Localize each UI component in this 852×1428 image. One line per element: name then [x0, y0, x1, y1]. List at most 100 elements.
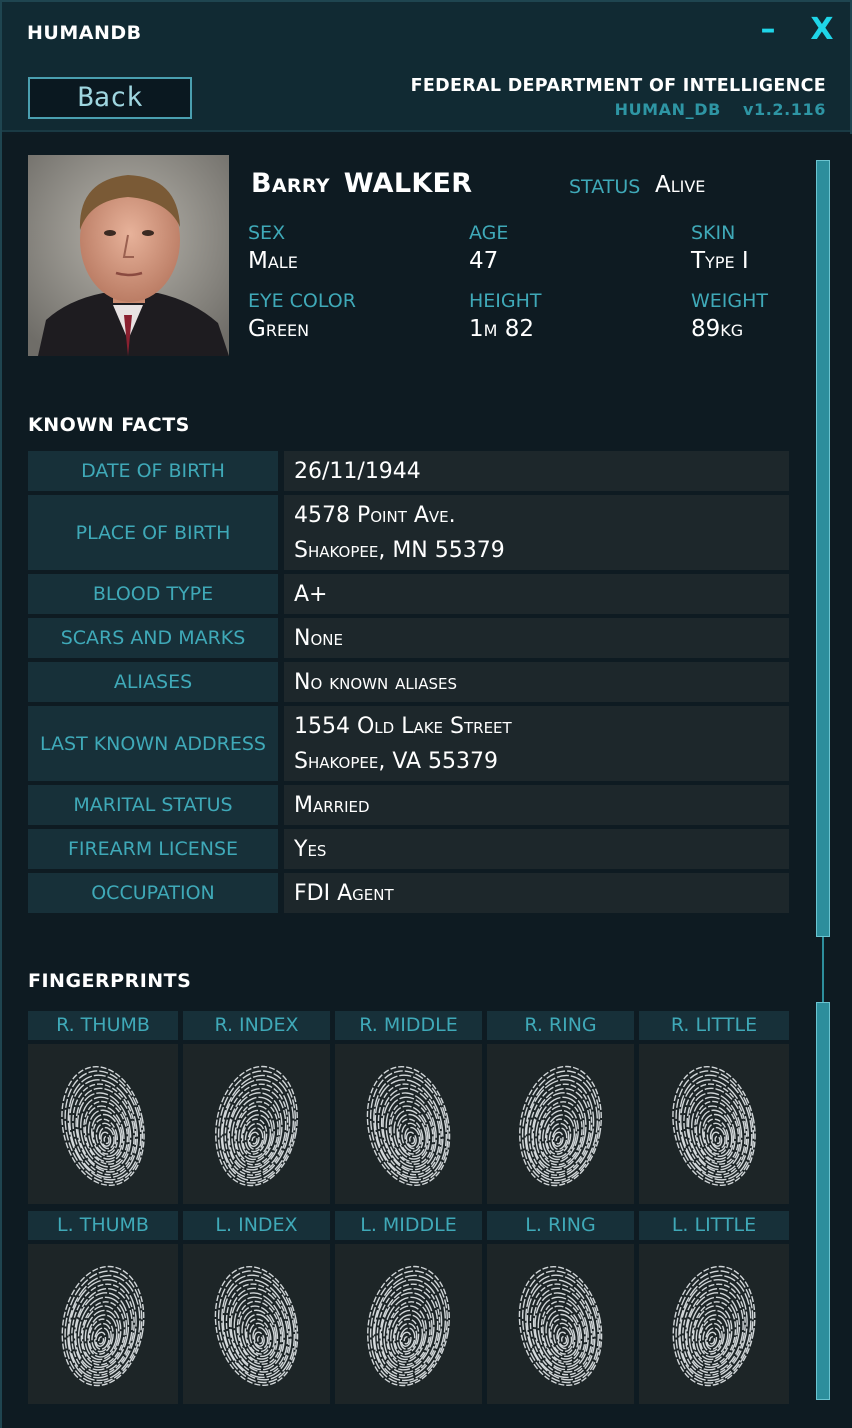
- scrollbar-lower-segment[interactable]: [816, 1002, 830, 1400]
- db-name: HUMAN_DB: [614, 100, 721, 119]
- fingerprint-icon: [61, 1265, 145, 1387]
- fp-label-l-thumb: L. THUMB: [28, 1211, 178, 1240]
- subject-photo: [28, 155, 229, 356]
- fp-label-r-little: R. LITTLE: [639, 1011, 789, 1040]
- header-bar: Back FEDERAL DEPARTMENT OF INTELLIGENCE …: [2, 62, 850, 132]
- fact-line: Shakopee, MN 55379: [294, 537, 505, 563]
- fact-label: DATE OF BIRTH: [28, 451, 278, 491]
- fact-line: 4578 Point Ave.: [294, 502, 456, 528]
- minimize-button[interactable]: –: [751, 12, 785, 48]
- fact-line: None: [294, 625, 343, 651]
- fact-row-aliases: ALIASES No known aliases: [28, 662, 789, 702]
- fact-value: No known aliases: [284, 662, 789, 702]
- fp-label-r-thumb: R. THUMB: [28, 1011, 178, 1040]
- fingerprint-icon: [518, 1266, 603, 1386]
- fp-label-l-little: L. LITTLE: [639, 1211, 789, 1240]
- fact-line: 26/11/1944: [294, 458, 421, 484]
- fact-value: 26/11/1944: [284, 451, 789, 491]
- fact-label: BLOOD TYPE: [28, 574, 278, 614]
- version-label: v1.2.116: [742, 100, 826, 119]
- fingerprint-r-index: [183, 1044, 330, 1204]
- fingerprints-title: FINGERPRINTS: [28, 970, 192, 992]
- fingerprint-r-middle: [335, 1044, 482, 1204]
- fact-label: ALIASES: [28, 662, 278, 702]
- scrollbar-thumb[interactable]: [816, 160, 830, 937]
- fingerprint-icon: [672, 1066, 756, 1186]
- attr-value-weight: 89kg: [691, 316, 744, 342]
- fact-row-scars-and-marks: SCARS AND MARKS None: [28, 618, 789, 658]
- fact-value: 4578 Point Ave. Shakopee, MN 55379: [284, 495, 789, 570]
- fingerprint-icon: [519, 1065, 602, 1187]
- fact-label: FIREARM LICENSE: [28, 829, 278, 869]
- attr-label-sex: SEX: [248, 222, 286, 244]
- fact-line: No known aliases: [294, 669, 457, 695]
- agency-name: FEDERAL DEPARTMENT OF INTELLIGENCE: [410, 76, 826, 96]
- fact-value: A+: [284, 574, 789, 614]
- back-button[interactable]: Back: [28, 77, 192, 119]
- fact-row-blood-type: BLOOD TYPE A+: [28, 574, 789, 614]
- fingerprint-l-thumb: [28, 1244, 178, 1404]
- fact-value: None: [284, 618, 789, 658]
- fact-row-last-known-address: LAST KNOWN ADDRESS 1554 Old Lake Street S…: [28, 706, 789, 781]
- fp-label-r-middle: R. MIDDLE: [335, 1011, 482, 1040]
- title-bar: HUMANDB – X: [2, 2, 850, 62]
- fp-label-r-index: R. INDEX: [183, 1011, 330, 1040]
- attr-value-height: 1m 82: [469, 316, 535, 342]
- fact-row-place-of-birth: PLACE OF BIRTH 4578 Point Ave. Shakopee, …: [28, 495, 789, 570]
- fact-value: Married: [284, 785, 789, 825]
- fact-label: MARITAL STATUS: [28, 785, 278, 825]
- fp-label-l-middle: L. MIDDLE: [335, 1211, 482, 1240]
- attr-value-sex: Male: [248, 248, 298, 274]
- fact-row-occupation: OCCUPATION FDI Agent: [28, 873, 789, 913]
- attr-label-skin: SKIN: [691, 222, 736, 244]
- attr-value-skin: Type I: [691, 248, 749, 274]
- fp-label-r-ring: R. RING: [487, 1011, 634, 1040]
- fp-label-l-index: L. INDEX: [183, 1211, 330, 1240]
- fingerprint-icon: [672, 1265, 756, 1387]
- fact-line: FDI Agent: [294, 880, 394, 906]
- fact-line: Married: [294, 792, 370, 818]
- fact-row-date-of-birth: DATE OF BIRTH 26/11/1944: [28, 451, 789, 491]
- attr-label-weight: WEIGHT: [691, 290, 769, 312]
- first-name: Barry: [251, 168, 330, 199]
- fingerprint-l-middle: [335, 1244, 482, 1404]
- fingerprint-r-ring: [487, 1044, 634, 1204]
- fact-label: SCARS AND MARKS: [28, 618, 278, 658]
- fact-row-marital-status: MARITAL STATUS Married: [28, 785, 789, 825]
- attr-label-age: AGE: [469, 222, 509, 244]
- fingerprint-l-ring: [487, 1244, 634, 1404]
- fingerprint-icon: [61, 1066, 145, 1186]
- status-value: Alive: [655, 172, 706, 198]
- fact-row-firearm-license: FIREARM LICENSE Yes: [28, 829, 789, 869]
- attr-value-eye-color: Green: [248, 316, 310, 342]
- fingerprint-icon: [214, 1266, 299, 1386]
- fact-value: Yes: [284, 829, 789, 869]
- fact-line: Yes: [294, 836, 327, 862]
- attr-value-age: 47: [469, 248, 499, 274]
- last-name: WALKER: [343, 168, 473, 199]
- fingerprint-r-thumb: [28, 1044, 178, 1204]
- scrollbar-track[interactable]: [822, 937, 824, 1002]
- fact-line: 1554 Old Lake Street: [294, 713, 512, 739]
- attr-label-height: HEIGHT: [469, 290, 542, 312]
- db-version: HUMAN_DB v1.2.116: [615, 100, 826, 119]
- fingerprint-l-index: [183, 1244, 330, 1404]
- status-label: STATUS: [569, 176, 641, 198]
- known-facts-title: KNOWN FACTS: [28, 414, 190, 436]
- close-button[interactable]: X: [805, 12, 839, 48]
- attr-label-eye-color: EYE COLOR: [248, 290, 356, 312]
- fingerprint-icon: [367, 1265, 450, 1387]
- subject-name: Barry WALKER: [251, 168, 472, 199]
- fact-value: FDI Agent: [284, 873, 789, 913]
- fingerprint-l-little: [639, 1244, 789, 1404]
- fact-line: A+: [294, 581, 328, 607]
- fingerprint-icon: [366, 1066, 451, 1186]
- fact-label: PLACE OF BIRTH: [28, 495, 278, 570]
- app-title: HUMANDB: [27, 22, 142, 44]
- fingerprint-r-little: [639, 1044, 789, 1204]
- fact-line: Shakopee, VA 55379: [294, 748, 498, 774]
- fact-label: OCCUPATION: [28, 873, 278, 913]
- fact-value: 1554 Old Lake Street Shakopee, VA 55379: [284, 706, 789, 781]
- fp-label-l-ring: L. RING: [487, 1211, 634, 1240]
- app-window: HUMANDB – X Back FEDERAL DEPARTMENT OF I…: [0, 0, 852, 1428]
